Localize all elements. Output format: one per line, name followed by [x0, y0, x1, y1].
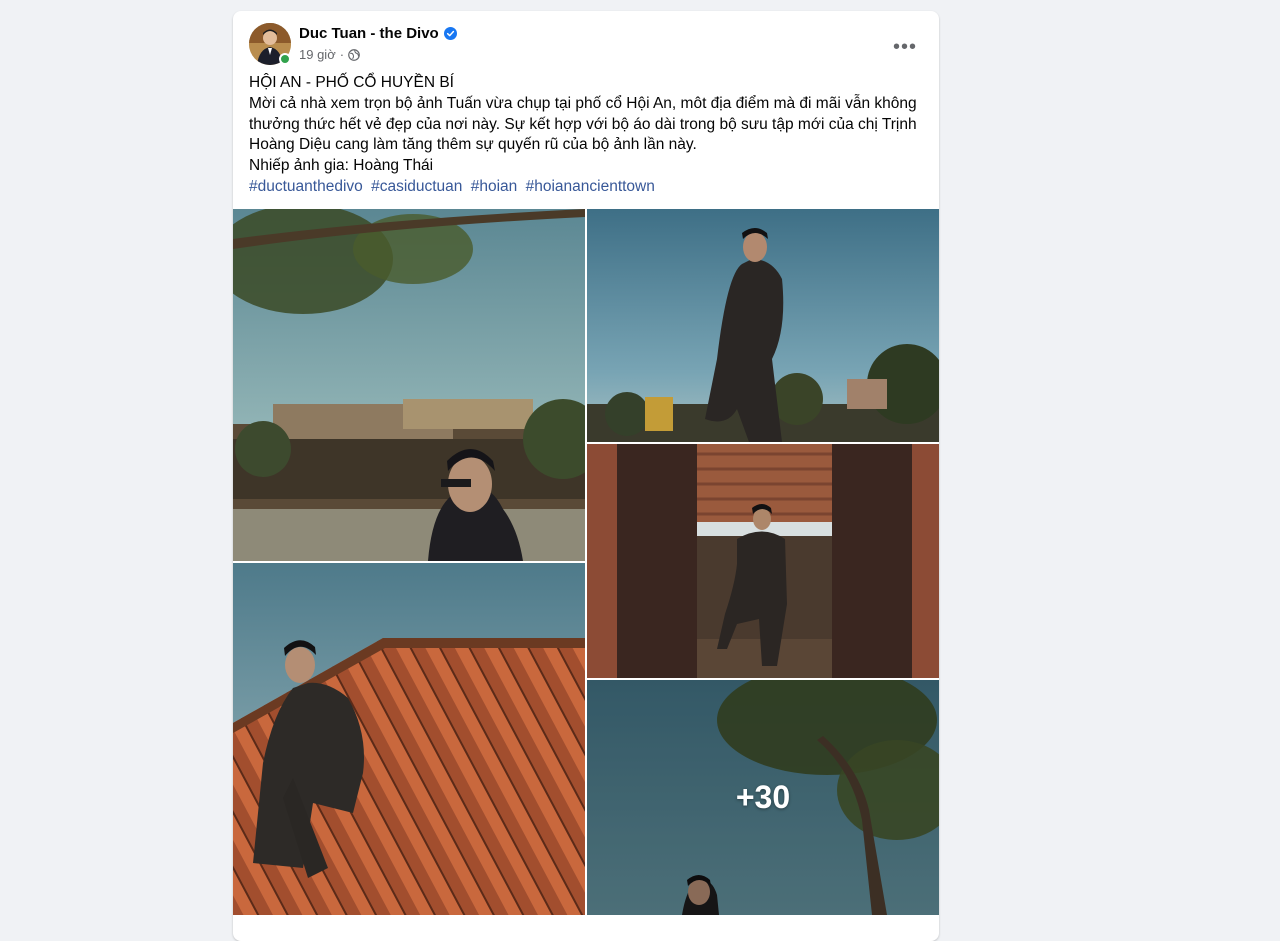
hashtag-link[interactable]: #hoian — [471, 178, 518, 195]
photo-more-overlay-tile[interactable]: +30 — [587, 680, 939, 915]
post-header: Duc Tuan - the Divo 19 giờ · ••• — [249, 23, 923, 67]
hashtag-link[interactable]: #hoianancienttown — [526, 178, 655, 195]
post-body-line: Mời cả nhà xem trọn bộ ảnh Tuấn vừa chụp… — [249, 94, 917, 154]
photo-window-seated[interactable] — [587, 444, 939, 678]
hashtag-list: #ductuanthedivo #casiductuan #hoian #hoi… — [249, 177, 929, 198]
author-name[interactable]: Duc Tuan - the Divo — [299, 25, 439, 42]
hashtag-link[interactable]: #casiductuan — [371, 178, 462, 195]
feed-post: Duc Tuan - the Divo 19 giờ · ••• HỘI AN … — [233, 11, 939, 941]
post-title-line: HỘI AN - PHỐ CỔ HUYỀN BÍ — [249, 74, 454, 91]
online-status-dot — [279, 53, 291, 65]
post-meta: 19 giờ · — [299, 47, 360, 62]
hashtag-link[interactable]: #ductuanthedivo — [249, 178, 363, 195]
more-options-icon: ••• — [892, 35, 917, 58]
photo-grid: +30 — [233, 209, 939, 915]
globe-icon — [348, 48, 360, 61]
photo-walking-low-angle[interactable] — [587, 209, 939, 442]
meta-separator: · — [339, 47, 345, 62]
post-time[interactable]: 19 giờ — [299, 47, 336, 62]
author-row: Duc Tuan - the Divo — [299, 25, 457, 42]
post-photographer-line: Nhiếp ảnh gia: Hoàng Thái — [249, 157, 434, 175]
photo-riverside-portrait[interactable] — [233, 209, 585, 561]
more-options-button[interactable]: ••• — [887, 29, 923, 65]
more-photos-count[interactable]: +30 — [587, 680, 939, 915]
photo-rooftop-seated[interactable] — [233, 563, 585, 915]
verified-badge-icon — [443, 27, 457, 40]
post-caption: HỘI AN - PHỐ CỔ HUYỀN BÍ Mời cả nhà xem … — [249, 73, 929, 198]
